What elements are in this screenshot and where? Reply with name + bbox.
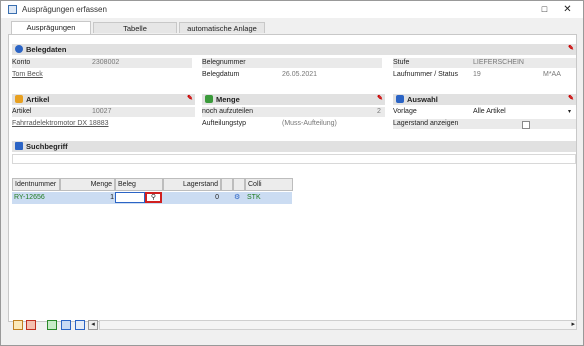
artikel-row: Artikel 10027 bbox=[12, 107, 195, 117]
auswahl-icon bbox=[396, 95, 404, 103]
content-panel: Belegdaten ✎ Konto 2308002 Tom Beck Bele… bbox=[8, 34, 577, 322]
horizontal-scrollbar[interactable]: ▸ bbox=[99, 320, 577, 330]
data-grid: Identnummer Menge Beleg Lagerstand Colli… bbox=[12, 178, 294, 206]
aufzuteilen-value: 2 bbox=[377, 108, 381, 115]
help-icon bbox=[15, 142, 23, 150]
pin-icon[interactable]: ✎ bbox=[187, 95, 193, 103]
stufe-value: LIEFERSCHEIN bbox=[473, 59, 524, 66]
aufteilungstyp-value: (Muss-Aufteilung) bbox=[282, 120, 337, 127]
grid-header-beleg[interactable]: Beleg bbox=[115, 178, 163, 191]
vorlage-row: Vorlage Alle Artikel ▾ bbox=[393, 107, 576, 117]
colli-icon[interactable]: ⚙ bbox=[234, 192, 240, 204]
tab-bar: Ausprägungen Tabelle automatische Anlage bbox=[1, 21, 583, 34]
tab-auspraegungen[interactable]: Ausprägungen bbox=[11, 21, 91, 34]
artikel-bezeichnung-row: Fahrradelektromotor DX 18883 bbox=[12, 119, 195, 129]
cell-menge: 1 bbox=[110, 194, 114, 201]
vorlage-select[interactable]: Alle Artikel bbox=[473, 107, 506, 117]
grid-header-identnummer[interactable]: Identnummer bbox=[12, 178, 60, 191]
konto-value: 2308002 bbox=[92, 59, 120, 66]
grid-header-spacer bbox=[233, 178, 245, 191]
belegdatum-value: 26.05.2021 bbox=[282, 71, 318, 78]
vorlage-label: Vorlage bbox=[393, 108, 417, 115]
section-artikel-header: Artikel ✎ bbox=[12, 94, 195, 105]
refresh-icon[interactable] bbox=[47, 320, 57, 330]
section-belegdaten-header: Belegdaten ✎ bbox=[12, 44, 576, 55]
konto-label: Konto bbox=[12, 59, 31, 66]
kunde-row: Tom Beck bbox=[12, 70, 192, 80]
section-artikel-title: Artikel bbox=[26, 95, 50, 104]
aufteilungstyp-row: Aufteilungstyp (Muss-Aufteilung) bbox=[202, 119, 385, 129]
grid-header-spacer bbox=[221, 178, 233, 191]
beleg-input[interactable] bbox=[115, 192, 145, 203]
lagerstand-label: Lagerstand anzeigen bbox=[393, 120, 459, 127]
belegdatum-row: Belegdatum 26.05.2021 bbox=[202, 70, 382, 80]
aufzuteilen-label: noch aufzuteilen bbox=[202, 108, 253, 115]
info-icon bbox=[15, 45, 23, 53]
list-icon[interactable] bbox=[75, 320, 85, 330]
tab-tabelle[interactable]: Tabelle bbox=[93, 22, 177, 33]
pin-icon[interactable]: ✎ bbox=[377, 95, 383, 103]
table-row[interactable]: RY-12656 1 ⚲ 0 ⚙ STK bbox=[12, 192, 292, 204]
tree-icon[interactable] bbox=[61, 320, 71, 330]
belegnummer-label: Belegnummer bbox=[202, 59, 246, 66]
stufe-row: Stufe LIEFERSCHEIN bbox=[393, 58, 576, 68]
artikel-label: Artikel bbox=[12, 108, 32, 115]
section-suchbegriff-header: Suchbegriff bbox=[12, 141, 576, 152]
section-auswahl-header: Auswahl ✎ bbox=[393, 94, 576, 105]
artikel-icon bbox=[15, 95, 23, 103]
grid-header-colli[interactable]: Colli bbox=[245, 178, 293, 191]
pin-icon[interactable]: ✎ bbox=[568, 45, 574, 53]
konto-row: Konto 2308002 bbox=[12, 58, 192, 68]
laufnummer-row: Laufnummer / Status 19 M*AA bbox=[393, 70, 576, 80]
dialog-window: Ausprägungen erfassen □ ✕ Ausprägungen T… bbox=[0, 0, 584, 346]
laufnummer-value: 19 bbox=[473, 71, 481, 78]
section-auswahl-title: Auswahl bbox=[407, 95, 438, 104]
aufteilungstyp-label: Aufteilungstyp bbox=[202, 120, 246, 127]
delete-icon[interactable] bbox=[26, 320, 36, 330]
kunde-link[interactable]: Tom Beck bbox=[12, 70, 43, 80]
title-bar: Ausprägungen erfassen □ ✕ bbox=[1, 1, 583, 18]
artikel-bezeichnung-link[interactable]: Fahrradelektromotor DX 18883 bbox=[12, 119, 109, 129]
bottom-toolbar: ◂ ▸ bbox=[11, 320, 577, 332]
cell-identnummer: RY-12656 bbox=[14, 194, 45, 201]
pin-icon[interactable]: ✎ bbox=[568, 95, 574, 103]
lagerstand-checkbox[interactable] bbox=[522, 121, 530, 129]
tab-automatische-anlage[interactable]: automatische Anlage bbox=[179, 22, 265, 33]
window-title: Ausprägungen erfassen bbox=[22, 5, 107, 14]
grid-header-menge[interactable]: Menge bbox=[60, 178, 115, 191]
scroll-right-icon[interactable]: ▸ bbox=[571, 321, 575, 329]
app-icon bbox=[8, 5, 17, 14]
section-menge-title: Menge bbox=[216, 95, 240, 104]
grid-header-lagerstand[interactable]: Lagerstand bbox=[163, 178, 221, 191]
stufe-label: Stufe bbox=[393, 59, 410, 66]
search-icon[interactable]: ⚲ bbox=[145, 192, 162, 203]
section-suchbegriff-title: Suchbegriff bbox=[26, 142, 68, 151]
chevron-down-icon[interactable]: ▾ bbox=[568, 107, 571, 117]
close-icon[interactable]: ✕ bbox=[562, 4, 573, 15]
maximize-icon[interactable]: □ bbox=[539, 4, 550, 15]
belegnummer-row: Belegnummer bbox=[202, 58, 382, 68]
aufzuteilen-row: noch aufzuteilen 2 bbox=[202, 107, 385, 117]
laufnummer-label: Laufnummer / Status bbox=[393, 71, 458, 78]
section-menge-header: Menge ✎ bbox=[202, 94, 385, 105]
menge-icon bbox=[205, 95, 213, 103]
suchbegriff-input[interactable] bbox=[12, 154, 576, 164]
new-icon[interactable] bbox=[13, 320, 23, 330]
section-belegdaten-title: Belegdaten bbox=[26, 45, 67, 54]
status-value: M*AA bbox=[543, 71, 561, 78]
cell-lagerstand: 0 bbox=[215, 194, 219, 201]
artikel-value: 10027 bbox=[92, 108, 112, 115]
belegdatum-label: Belegdatum bbox=[202, 71, 240, 78]
cell-colli: STK bbox=[247, 194, 261, 201]
lagerstand-row: Lagerstand anzeigen bbox=[393, 119, 576, 129]
scroll-left-icon[interactable]: ◂ bbox=[88, 320, 98, 330]
